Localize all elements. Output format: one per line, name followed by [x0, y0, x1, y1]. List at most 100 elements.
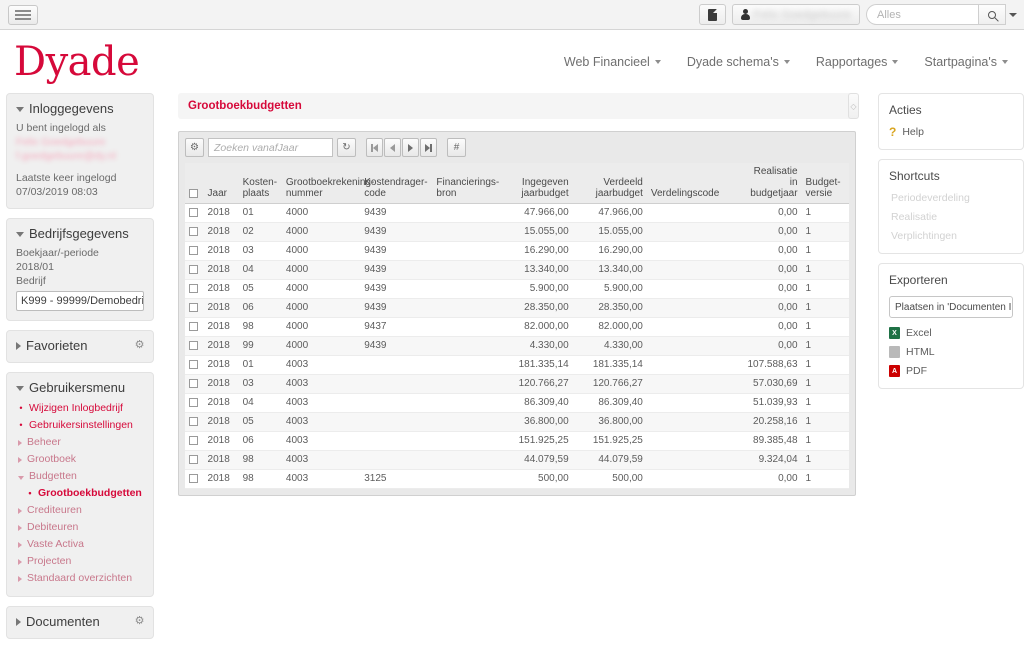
row-checkbox[interactable] [189, 207, 198, 217]
last-page-button[interactable] [420, 138, 437, 157]
row-count-button[interactable]: # [447, 138, 466, 157]
sidebar-item-gebruikersinstellingen[interactable]: • Gebruikersinstellingen [16, 417, 144, 434]
cell-verdelingscode [646, 222, 728, 242]
table-row[interactable]: 2018 98 4000 9437 82.000,00 82.000,00 0,00 1 [185, 317, 849, 337]
cell-ingegeven-jaarbudget: 44.079,59 [498, 450, 573, 470]
table-row[interactable]: 2018 05 4003 36.800,00 36.800,00 20.258,16 1 [185, 412, 849, 432]
row-checkbox[interactable] [189, 473, 198, 483]
sidebar-item-crediteuren[interactable]: Crediteuren [16, 502, 144, 519]
sidebar-item-beheer[interactable]: Beheer [16, 434, 144, 451]
grid-search-input[interactable]: Zoeken vanaf Jaar [208, 138, 333, 157]
cell-financieringsbron [432, 450, 499, 470]
cell-budgetversie: 1 [801, 412, 849, 432]
col-header-grootboekrekeningnummer[interactable]: Grootboekrekening-nummer [281, 163, 374, 204]
row-checkbox[interactable] [189, 245, 198, 255]
grid-settings-button[interactable]: ⚙ [185, 138, 204, 157]
export-html-link[interactable]: HTML [889, 346, 1013, 358]
col-header-financieringsbron[interactable]: Financierings-bron [432, 163, 499, 204]
sidebar-item-grootboek[interactable]: Grootboek [16, 451, 144, 468]
nav-item-startpaginas[interactable]: Startpagina's [924, 55, 1008, 69]
row-checkbox[interactable] [189, 302, 198, 312]
table-row[interactable]: 2018 04 4000 9439 13.340,00 13.340,00 0,00 1 [185, 260, 849, 280]
col-header-budgetversie[interactable]: Budget-versie [801, 163, 849, 204]
table-row[interactable]: 2018 99 4000 9439 4.330,00 4.330,00 0,00 1 [185, 336, 849, 356]
row-checkbox[interactable] [189, 321, 198, 331]
row-checkbox[interactable] [189, 340, 198, 350]
col-header-verdeeld-jaarbudget[interactable]: Verdeeld jaarbudget [572, 163, 647, 204]
previous-page-button[interactable] [384, 138, 401, 157]
row-checkbox[interactable] [189, 378, 198, 388]
table-row[interactable]: 2018 06 4003 151.925,25 151.925,25 89.385,48 1 [185, 431, 849, 451]
cell-financieringsbron [432, 279, 499, 299]
panel-header[interactable]: Gebruikersmenu [16, 380, 144, 395]
next-page-button[interactable] [402, 138, 419, 157]
cell-jaar: 2018 [203, 241, 239, 261]
row-checkbox-cell [185, 203, 204, 223]
export-excel-link[interactable]: X Excel [889, 327, 1013, 339]
col-header-ingegeven-jaarbudget[interactable]: Ingegeven jaarbudget [498, 163, 573, 204]
table-row[interactable]: 2018 02 4000 9439 15.055,00 15.055,00 0,00 1 [185, 222, 849, 242]
table-row[interactable]: 2018 98 4003 3125 500,00 500,00 0,00 1 [185, 469, 849, 489]
col-header-jaar[interactable]: Jaar [203, 163, 239, 204]
export-pdf-link[interactable]: A PDF [889, 365, 1013, 377]
row-checkbox[interactable] [189, 264, 198, 274]
col-header-verdelingscode[interactable]: Verdelingscode [646, 163, 728, 204]
cell-kostenplaats: 98 [238, 469, 282, 489]
nav-item-rapportages[interactable]: Rapportages [816, 55, 899, 69]
table-row[interactable]: 2018 04 4003 86.309,40 86.309,40 51.039,93 1 [185, 393, 849, 413]
collapse-right-panel-handle[interactable]: ◇ [848, 93, 859, 119]
sidebar-item-projecten[interactable]: Projecten [16, 553, 144, 570]
documents-button[interactable] [699, 4, 727, 25]
hamburger-icon[interactable] [8, 4, 38, 25]
table-row[interactable]: 2018 01 4003 181.335,14 181.335,14 107.588,63… [185, 355, 849, 375]
nav-item-dyade-schemas[interactable]: Dyade schema's [687, 55, 790, 69]
col-header-kostendragercode[interactable]: Kostendrager-code [360, 163, 433, 204]
row-checkbox[interactable] [189, 359, 198, 369]
sidebar-item-label: Debiteuren [27, 521, 79, 533]
refresh-icon[interactable]: ↻ [337, 138, 356, 157]
cell-kostenplaats: 04 [238, 393, 282, 413]
gear-icon[interactable]: ⚙ [134, 616, 145, 627]
nav-item-web-financieel[interactable]: Web Financieel [564, 55, 661, 69]
table-row[interactable]: 2018 03 4003 120.766,27 120.766,27 57.030,69 1 [185, 374, 849, 394]
select-all-checkbox[interactable] [189, 188, 198, 198]
panel-header[interactable]: Favorieten [16, 338, 144, 353]
row-checkbox[interactable] [189, 226, 198, 236]
row-checkbox[interactable] [189, 435, 198, 445]
cell-jaar: 2018 [203, 317, 239, 337]
col-header-kostenplaats[interactable]: Kosten-plaats [238, 163, 282, 204]
gear-icon[interactable]: ⚙ [134, 340, 145, 351]
search-options-button[interactable] [1006, 12, 1020, 17]
cell-budgetversie: 1 [801, 222, 849, 242]
cell-budgetversie: 1 [801, 298, 849, 318]
row-checkbox[interactable] [189, 454, 198, 464]
col-header-realisatie-in-budgetjaar[interactable]: Realisatie in budgetjaar [727, 163, 802, 204]
panel-header[interactable]: Inloggegevens [16, 101, 144, 116]
cell-financieringsbron [432, 355, 499, 375]
row-checkbox[interactable] [189, 283, 198, 293]
sidebar-item-vaste-activa[interactable]: Vaste Activa [16, 536, 144, 553]
table-row[interactable]: 2018 98 4003 44.079,59 44.079,59 9.324,04 1 [185, 450, 849, 470]
cell-realisatie-in-budgetjaar: 0,00 [727, 317, 802, 337]
sidebar-item-wijzigen-inlogbedrijf[interactable]: • Wijzigen Inlogbedrijf [16, 400, 144, 417]
user-account-button[interactable]: Felix Goedgebuure [732, 4, 860, 25]
sidebar-item-grootboekbudgetten[interactable]: • Grootboekbudgetten [16, 485, 144, 502]
help-link[interactable]: ? Help [889, 126, 1013, 138]
company-select[interactable]: K999 - 99999/Demobedrijf [16, 291, 144, 311]
row-checkbox[interactable] [189, 397, 198, 407]
table-row[interactable]: 2018 03 4000 9439 16.290,00 16.290,00 0,00 1 [185, 241, 849, 261]
export-destination-select[interactable]: Plaatsen in 'Documenten Inbox' [889, 296, 1013, 318]
table-row[interactable]: 2018 01 4000 9439 47.966,00 47.966,00 0,00 1 [185, 203, 849, 223]
panel-header[interactable]: Documenten [16, 614, 144, 629]
sidebar-item-debiteuren[interactable]: Debiteuren [16, 519, 144, 536]
table-row[interactable]: 2018 05 4000 9439 5.900,00 5.900,00 0,00 1 [185, 279, 849, 299]
sidebar-item-standaard-overzichten[interactable]: Standaard overzichten [16, 570, 144, 587]
search-input[interactable] [866, 4, 978, 25]
panel-header[interactable]: Bedrijfsgegevens [16, 226, 144, 241]
sidebar-item-budgetten[interactable]: Budgetten [16, 468, 144, 485]
row-checkbox[interactable] [189, 416, 198, 426]
cell-grootboekrekeningnummer: 4000 [281, 222, 361, 242]
search-button[interactable] [978, 4, 1006, 25]
table-row[interactable]: 2018 06 4000 9439 28.350,00 28.350,00 0,00 1 [185, 298, 849, 318]
first-page-button[interactable] [366, 138, 383, 157]
